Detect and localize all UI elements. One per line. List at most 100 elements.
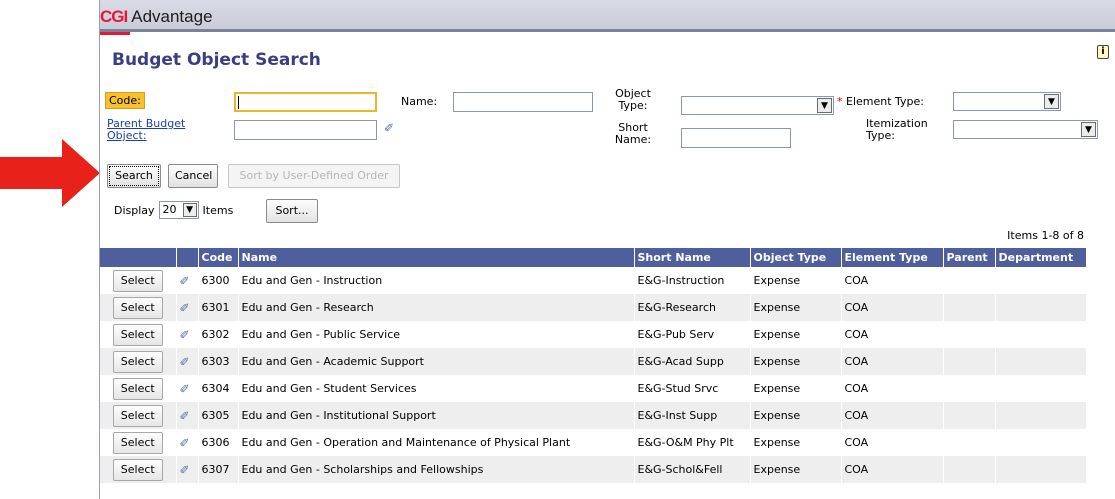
pencil-edit-icon[interactable]: ✐ [180, 301, 190, 315]
table-row: Select ✐ 6301 Edu and Gen - Research E&G-Res… [100, 294, 1087, 321]
name-input[interactable] [453, 92, 593, 112]
column-header-short-name[interactable]: Short Name [634, 248, 751, 267]
parent-budget-object-link[interactable]: Parent Budget Object: [107, 118, 207, 142]
name-label: Name: [401, 95, 438, 108]
element-type-cell: COA [841, 267, 944, 294]
department-cell [995, 294, 1087, 321]
code-input[interactable] [234, 92, 377, 112]
short-name-input[interactable] [681, 128, 791, 148]
app-logo: CGI Advantage [100, 6, 213, 28]
object-type-cell: Expense [750, 375, 842, 402]
element-type-cell: COA [841, 294, 944, 321]
display-count-value: 20 [162, 203, 177, 216]
name-cell: Edu and Gen - Academic Support [238, 348, 635, 375]
pencil-edit-icon[interactable]: ✐ [180, 463, 190, 477]
element-type-cell: COA [841, 321, 944, 348]
object-type-cell: Expense [750, 402, 842, 429]
parent-cell [943, 375, 996, 402]
itemization-type-select[interactable]: ▼ [953, 120, 1098, 139]
parent-cell [943, 402, 996, 429]
parent-cell [943, 456, 996, 483]
parent-cell [943, 429, 996, 456]
column-header-name[interactable]: Name [238, 248, 635, 267]
select-cell: Select [100, 267, 177, 294]
logo-underline [100, 32, 130, 35]
short-name-cell: E&G-Inst Supp [634, 402, 751, 429]
short-name-cell: E&G-Schol&Fell [634, 456, 751, 483]
edit-cell: ✐ [176, 402, 199, 429]
column-header-object-type[interactable]: Object Type [750, 248, 842, 267]
info-icon[interactable]: i [1097, 45, 1109, 59]
object-type-cell: Expense [750, 429, 842, 456]
table-row: Select ✐ 6307 Edu and Gen - Scholarships an… [100, 456, 1087, 483]
pencil-edit-icon[interactable]: ✐ [180, 355, 190, 369]
display-items-row: Display 20 ▼ Items [114, 201, 233, 219]
parent-budget-object-input[interactable] [234, 120, 377, 140]
cancel-button[interactable]: Cancel [168, 164, 218, 188]
sort-button[interactable]: Sort... [266, 199, 318, 223]
department-cell [995, 348, 1087, 375]
select-cell: Select [100, 402, 177, 429]
column-header-department[interactable]: Department [995, 248, 1087, 267]
select-button[interactable]: Select [112, 458, 163, 481]
search-button[interactable]: Search [107, 164, 161, 188]
pencil-edit-icon[interactable]: ✐ [180, 328, 190, 342]
edit-cell: ✐ [176, 375, 199, 402]
pencil-edit-icon[interactable]: ✐ [180, 382, 190, 396]
object-type-cell: Expense [750, 267, 842, 294]
select-button[interactable]: Select [112, 350, 163, 373]
code-cell: 6305 [198, 402, 239, 429]
table-row: Select ✐ 6300 Edu and Gen - Instruction E&G-… [100, 267, 1087, 294]
parent-cell [943, 348, 996, 375]
parent-cell [943, 267, 996, 294]
short-name-cell: E&G-Acad Supp [634, 348, 751, 375]
table-row: Select ✐ 6302 Edu and Gen - Public Service E… [100, 321, 1087, 348]
red-pointer-arrow-icon [0, 139, 100, 207]
pencil-lookup-icon[interactable]: ✐ [384, 121, 394, 135]
logo-name: Advantage [131, 7, 213, 26]
name-cell: Edu and Gen - Research [238, 294, 635, 321]
pencil-edit-icon[interactable]: ✐ [180, 409, 190, 423]
short-name-cell: E&G-Instruction [634, 267, 751, 294]
edit-cell: ✐ [176, 267, 199, 294]
select-cell: Select [100, 429, 177, 456]
select-cell: Select [100, 321, 177, 348]
department-cell [995, 456, 1087, 483]
table-row: Select ✐ 6306 Edu and Gen - Operation and M… [100, 429, 1087, 456]
pencil-edit-icon[interactable]: ✐ [180, 436, 190, 450]
short-name-cell: E&G-Stud Srvc [634, 375, 751, 402]
short-name-cell: E&G-Pub Serv [634, 321, 751, 348]
code-cell: 6302 [198, 321, 239, 348]
select-button[interactable]: Select [112, 377, 163, 400]
column-header-select [100, 248, 177, 267]
select-button[interactable]: Select [112, 431, 163, 454]
column-header-element-type[interactable]: Element Type [841, 248, 944, 267]
pencil-edit-icon[interactable]: ✐ [180, 274, 190, 288]
element-type-label-text: Element Type: [846, 95, 925, 108]
name-cell: Edu and Gen - Institutional Support [238, 402, 635, 429]
department-cell [995, 375, 1087, 402]
parent-cell [943, 321, 996, 348]
edit-cell: ✐ [176, 456, 199, 483]
select-button[interactable]: Select [112, 404, 163, 427]
results-table-body: Select ✐ 6300 Edu and Gen - Instruction E&G-… [100, 267, 1087, 483]
select-button[interactable]: Select [112, 296, 163, 319]
column-header-edit [176, 248, 199, 267]
display-count-select[interactable]: 20 ▼ [158, 201, 199, 219]
select-button[interactable]: Select [112, 269, 163, 292]
department-cell [995, 402, 1087, 429]
sort-user-defined-button[interactable]: Sort by User-Defined Order [228, 164, 400, 188]
element-type-cell: COA [841, 402, 944, 429]
object-type-select[interactable]: ▼ [681, 96, 834, 115]
column-header-code[interactable]: Code [198, 248, 239, 267]
code-cell: 6306 [198, 429, 239, 456]
element-type-label: * Element Type: [837, 95, 924, 108]
element-type-select[interactable]: ▼ [953, 92, 1061, 111]
itemization-type-label: Itemization Type: [866, 117, 928, 142]
select-button[interactable]: Select [112, 323, 163, 346]
chevron-down-icon: ▼ [1081, 122, 1096, 137]
object-type-cell: Expense [750, 348, 842, 375]
column-header-parent[interactable]: Parent [943, 248, 996, 267]
department-cell [995, 267, 1087, 294]
edit-cell: ✐ [176, 348, 199, 375]
